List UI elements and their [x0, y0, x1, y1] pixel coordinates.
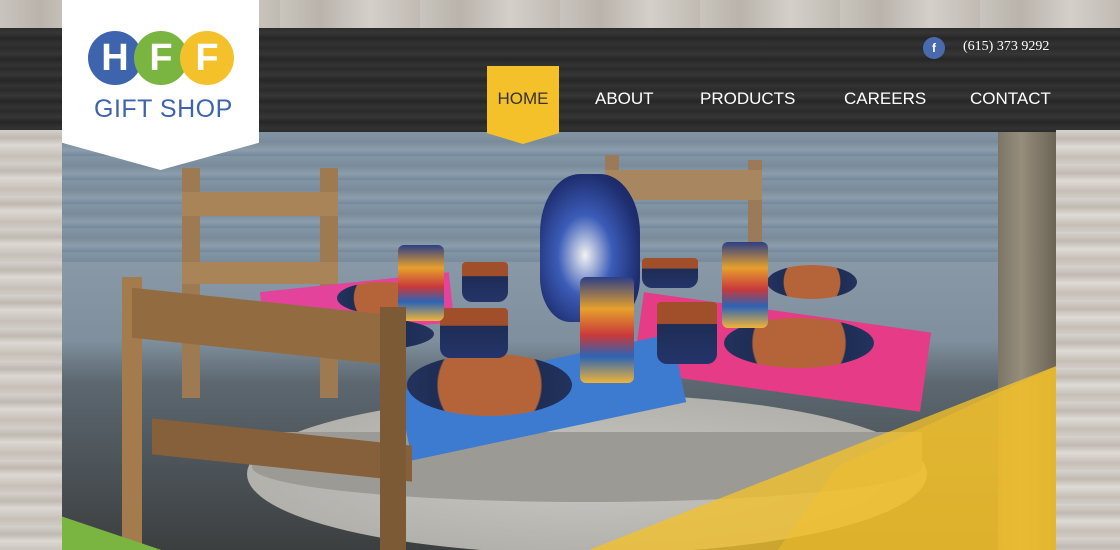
main-nav: HOME ABOUT PRODUCTS CAREERS CONTACT	[0, 66, 1120, 146]
hero-image	[62, 132, 1056, 550]
nav-item-contact[interactable]: CONTACT	[970, 66, 1051, 132]
left-wood-panel	[0, 130, 62, 550]
mug	[462, 262, 508, 302]
mug	[642, 258, 698, 288]
right-wood-panel	[1056, 130, 1120, 550]
nav-item-products[interactable]: PRODUCTS	[700, 66, 795, 132]
nav-item-label: CAREERS	[844, 89, 927, 108]
mug	[657, 302, 717, 364]
left-chair-slat-mid	[182, 262, 338, 284]
nav-item-about[interactable]: ABOUT	[595, 66, 654, 132]
left-chair-slat-top	[182, 192, 338, 216]
nav-item-label: PRODUCTS	[700, 89, 796, 108]
vase	[722, 242, 768, 328]
nav-item-home[interactable]: HOME	[487, 66, 559, 144]
plate	[407, 354, 572, 416]
plate	[767, 265, 857, 299]
nav-item-careers[interactable]: CAREERS	[844, 66, 926, 132]
vase	[580, 277, 634, 383]
phone-number[interactable]: (615) 373 9292	[963, 39, 1049, 55]
front-chair-post-b	[380, 307, 406, 550]
nav-item-label: HOME	[497, 89, 549, 108]
nav-item-label: ABOUT	[595, 89, 654, 108]
nav-item-label: CONTACT	[970, 89, 1051, 108]
facebook-icon[interactable]: f	[923, 37, 945, 59]
mug	[440, 308, 508, 358]
